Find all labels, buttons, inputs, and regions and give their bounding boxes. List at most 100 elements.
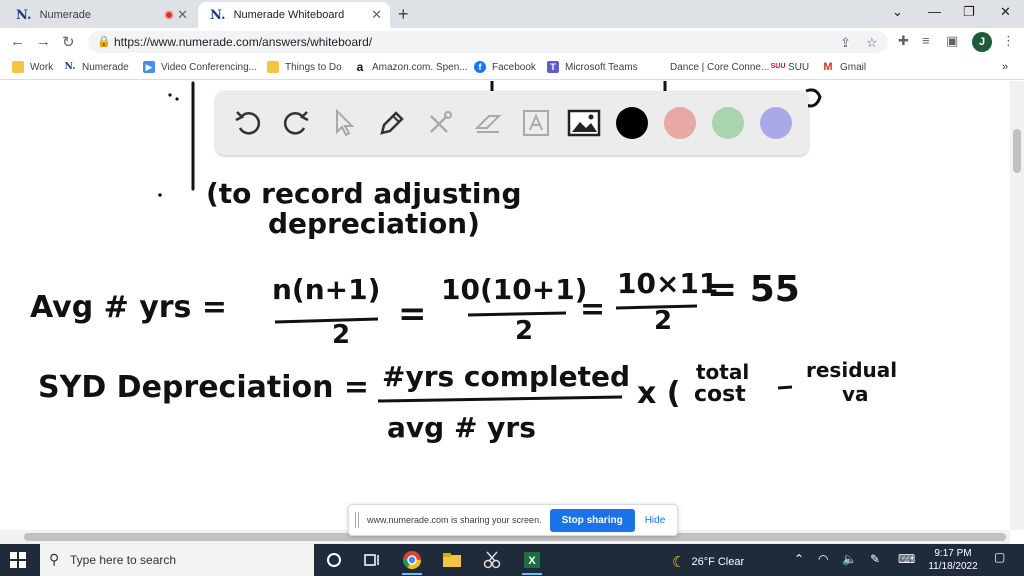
ink-denominator: 2 [654, 306, 672, 336]
color-swatch-purple[interactable] [760, 107, 792, 139]
numerade-favicon-icon: N. [210, 7, 226, 23]
media-control-icon[interactable]: ≡ [922, 33, 930, 48]
minimize-button[interactable]: — [928, 4, 941, 19]
vertical-scroll-thumb[interactable] [1013, 129, 1021, 173]
forward-button[interactable]: → [36, 33, 51, 50]
redo-icon[interactable] [278, 105, 314, 141]
tab-numerade-whiteboard[interactable]: N. Numerade Whiteboard ✕ [198, 2, 390, 28]
ink-n-formula-numerator: n(n+1) [272, 273, 380, 306]
tab-strip: N. Numerade ✕ N. Numerade Whiteboard ✕ +… [0, 0, 1024, 28]
close-tab-icon[interactable]: ✕ [177, 7, 188, 23]
hide-button[interactable]: Hide [645, 515, 666, 526]
ink-result-55: = 55 [707, 269, 800, 310]
undo-icon[interactable] [230, 105, 266, 141]
bookmark-amazon[interactable]: a Amazon.com. Spen... [354, 61, 468, 73]
tab-numerade[interactable]: N. Numerade ✕ [4, 2, 196, 28]
folder-icon [12, 61, 24, 73]
ink-denominator: 2 [515, 316, 533, 346]
moon-icon: ☾ [672, 554, 686, 571]
bookmark-suu[interactable]: SUU SUU [770, 61, 810, 73]
ink-line-record-adjusting: (to record adjusting [206, 177, 522, 210]
ink-avg-yrs-label: Avg # yrs = [30, 290, 227, 325]
ink-residual: residual [806, 358, 897, 382]
whiteboard-canvas[interactable]: (to record adjusting depreciation) Avg #… [0, 81, 1010, 530]
chevron-up-icon[interactable]: ⌃ [794, 552, 804, 566]
profile-avatar[interactable]: J [972, 32, 992, 52]
dot-mark [158, 193, 162, 197]
numerade-icon: N. [64, 62, 76, 72]
image-icon[interactable] [566, 105, 602, 141]
color-swatch-pink[interactable] [664, 107, 696, 139]
pen-workspace-icon[interactable]: ✎ [870, 552, 880, 566]
search-placeholder: Type here to search [70, 553, 177, 567]
restore-button[interactable]: ❐ [963, 4, 975, 20]
url-text: https://www.numerade.com/answers/whitebo… [114, 35, 373, 49]
bookmark-microsoft-teams[interactable]: T Microsoft Teams [547, 61, 638, 73]
network-icon[interactable]: ◠ [818, 552, 828, 566]
select-pointer-icon[interactable] [326, 105, 362, 141]
bookmark-numerade[interactable]: N. Numerade [64, 61, 129, 73]
text-tool-icon[interactable] [518, 105, 554, 141]
file-explorer-icon[interactable] [440, 548, 464, 572]
ink-syd-depreciation-label: SYD Depreciation = [38, 370, 369, 405]
notifications-icon[interactable]: ▢ [994, 550, 1005, 564]
teams-icon: T [547, 61, 559, 73]
fraction-bar [467, 311, 567, 317]
system-clock[interactable]: 9:17 PM 11/18/2022 [918, 547, 988, 573]
extensions-icon[interactable]: ✚ [898, 33, 909, 49]
weather-text: 26°F Clear [691, 556, 745, 568]
tab-label: Numerade [39, 9, 91, 21]
bookmark-star-icon[interactable]: ☆ [866, 35, 878, 51]
chevron-down-icon[interactable]: ⌄ [892, 4, 903, 20]
share-message: www.numerade.com is sharing your screen. [367, 515, 542, 525]
globe-icon [652, 61, 664, 73]
address-bar[interactable]: 🔒 https://www.numerade.com/answers/white… [88, 31, 888, 53]
bookmark-facebook[interactable]: f Facebook [474, 61, 536, 73]
side-panel-icon[interactable]: ▣ [946, 33, 958, 49]
bookmark-label: Facebook [492, 61, 536, 73]
color-swatch-green[interactable] [712, 107, 744, 139]
chrome-taskbar-icon[interactable] [400, 548, 424, 575]
bookmark-label: Numerade [82, 61, 129, 73]
close-tab-icon[interactable]: ✕ [371, 7, 382, 23]
svg-text:X: X [528, 555, 536, 567]
back-button[interactable]: ← [10, 33, 25, 50]
close-window-button[interactable]: ✕ [1000, 4, 1011, 20]
ink-line-depreciation: depreciation) [268, 207, 480, 240]
ink-equals: = [580, 292, 605, 327]
more-bookmarks-icon[interactable]: » [1002, 61, 1008, 73]
color-swatch-black[interactable] [616, 107, 648, 139]
video-icon: ▶ [143, 61, 155, 73]
drag-handle-icon[interactable] [355, 512, 359, 528]
browser-toolbar: ← → ↻ 🔒 https://www.numerade.com/answers… [0, 28, 1024, 56]
windows-start-icon[interactable] [10, 552, 26, 568]
bookmark-dance-core[interactable]: Dance | Core Conne... [652, 61, 769, 73]
bookmark-video-conferencing[interactable]: ▶ Video Conferencing... [143, 61, 257, 73]
bookmark-label: Work [30, 61, 54, 73]
lock-icon[interactable]: 🔒 [97, 35, 111, 48]
cortana-icon[interactable] [322, 548, 346, 572]
ink-cost: cost [694, 382, 746, 407]
weather-widget[interactable]: ☾ 26°F Clear [672, 553, 744, 571]
snipping-tool-icon[interactable] [480, 548, 504, 572]
task-view-icon[interactable] [359, 548, 383, 572]
reload-button[interactable]: ↻ [62, 33, 75, 51]
bookmark-work[interactable]: Work [12, 61, 53, 73]
kebab-menu-icon[interactable]: ⋮ [1002, 33, 1015, 49]
excel-icon[interactable]: X [520, 548, 544, 575]
ink-ten-times-eleven: 10×11 [617, 267, 718, 300]
vertical-scrollbar[interactable] [1010, 81, 1024, 530]
eraser-icon[interactable] [470, 105, 506, 141]
bookmark-label: Dance | Core Conne... [670, 61, 770, 73]
pen-icon[interactable] [374, 105, 410, 141]
bookmark-gmail[interactable]: M Gmail [822, 61, 866, 73]
tools-icon[interactable] [422, 105, 458, 141]
share-icon[interactable]: ⇪ [840, 35, 851, 51]
taskbar-search-input[interactable]: ⚲ Type here to search [40, 544, 314, 576]
bookmark-things-to-do[interactable]: Things to Do [267, 61, 342, 73]
amazon-icon: a [356, 60, 364, 74]
volume-icon[interactable]: 🔈 [842, 552, 857, 566]
new-tab-button[interactable]: + [398, 4, 409, 25]
keyboard-icon[interactable]: ⌨ [898, 552, 915, 566]
stop-sharing-button[interactable]: Stop sharing [549, 508, 635, 532]
